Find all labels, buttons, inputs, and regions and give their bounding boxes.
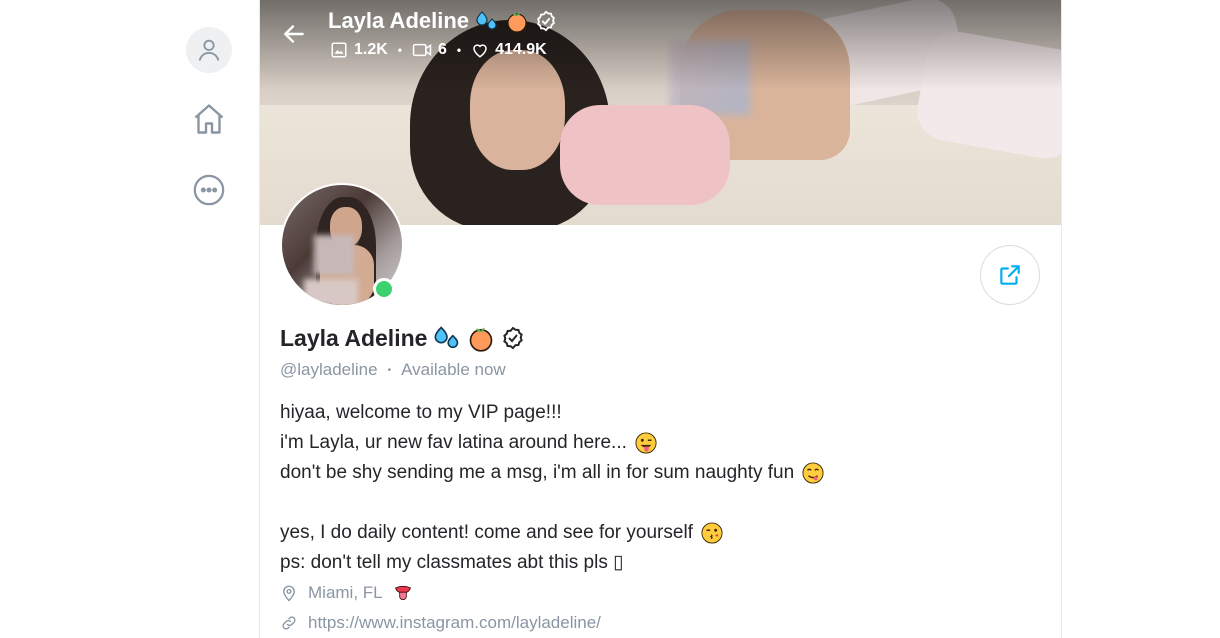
availability-status: Available now (401, 360, 506, 379)
website-url[interactable]: https://www.instagram.com/layladeline/ (308, 613, 601, 633)
home-button[interactable] (186, 96, 232, 142)
avatar-blur-region (304, 279, 358, 305)
photos-stat: 1.2K (330, 41, 388, 59)
bio-line: hiyaa, welcome to my VIP page!!! (280, 402, 562, 423)
online-indicator (373, 278, 395, 300)
likes-count: 414.9K (495, 41, 547, 58)
more-icon (193, 174, 225, 206)
avatar-blur-region (314, 235, 354, 275)
videos-count: 6 (438, 41, 447, 58)
verified-icon (535, 10, 557, 32)
more-button[interactable] (186, 167, 232, 213)
location-row: Miami, FL (280, 583, 413, 603)
cover-figure-shape (560, 105, 730, 205)
user-avatar-button[interactable] (186, 27, 232, 73)
bio-line: yes, I do daily content! come and see fo… (280, 518, 824, 548)
cover-display-name: Layla Adeline (328, 8, 470, 33)
bio: hiyaa, welcome to my VIP page!!! i'm Lay… (280, 398, 824, 578)
home-icon (194, 104, 224, 134)
cover-image: Layla Adeline 1.2K • 6 • 414.9K (260, 0, 1061, 225)
stat-separator: • (456, 43, 462, 57)
sweat-droplets-emoji (433, 325, 461, 351)
share-icon (1000, 265, 1020, 285)
back-arrow-icon (284, 25, 304, 43)
photos-count: 1.2K (354, 41, 388, 58)
peach-emoji (467, 324, 495, 352)
handle-row: @layladeline • Available now (280, 360, 506, 380)
website-link[interactable]: https://www.instagram.com/layladeline/ (280, 613, 601, 633)
likes-stat: 414.9K (471, 41, 547, 59)
link-icon (282, 616, 296, 630)
videos-stat: 6 (412, 41, 447, 59)
user-icon (198, 39, 220, 61)
peach-emoji (505, 9, 529, 33)
location-pin-icon (283, 585, 295, 602)
profile-name: Layla Adeline (280, 324, 525, 352)
bio-line (280, 488, 824, 518)
winking-tongue-emoji (635, 432, 657, 454)
stat-separator: • (397, 43, 402, 57)
bio-line: i'm Layla, ur new fav latina around here… (280, 428, 824, 458)
cover-stats: 1.2K • 6 • 414.9K (330, 41, 547, 59)
verified-icon (501, 326, 525, 350)
display-name: Layla Adeline (280, 324, 428, 351)
share-button[interactable] (980, 245, 1040, 305)
profile-column: Layla Adeline 1.2K • 6 • 414.9K Layla Ad… (259, 0, 1062, 638)
sweat-droplets-emoji (475, 10, 499, 32)
image-icon (331, 42, 347, 58)
kissing-wink-emoji (701, 522, 723, 544)
tongue-emoji (394, 585, 411, 600)
bio-line: don't be shy sending me a msg, i'm all i… (280, 458, 824, 488)
bio-line: ps: don't tell my classmates abt this pl… (280, 552, 624, 573)
drooling-emoji (802, 462, 824, 484)
back-button[interactable] (278, 18, 310, 50)
handle-separator: • (387, 364, 392, 376)
video-icon (412, 43, 432, 57)
handle: @layladeline (280, 360, 378, 379)
heart-icon (473, 44, 487, 58)
cover-title: Layla Adeline (328, 8, 557, 34)
location-text: Miami, FL (308, 583, 383, 602)
